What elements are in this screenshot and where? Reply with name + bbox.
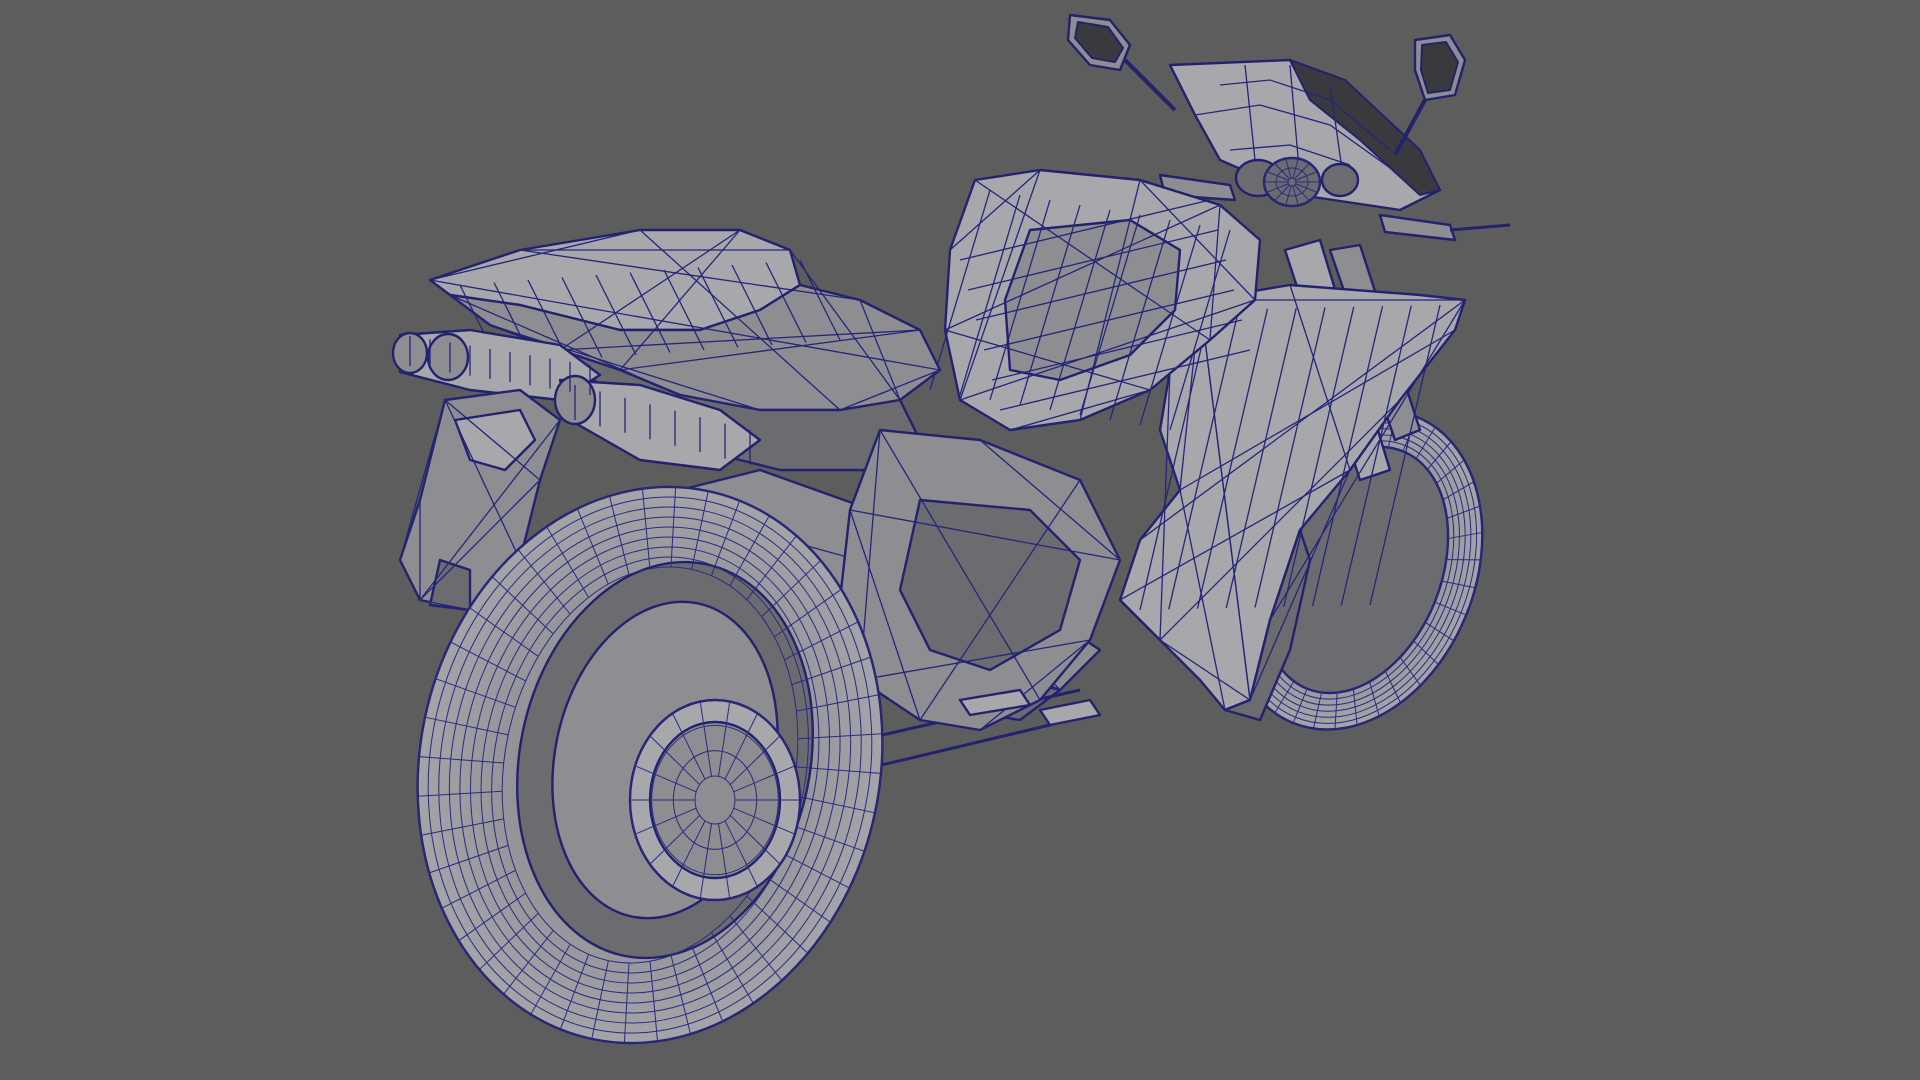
3d-viewport[interactable] [0, 0, 1920, 1080]
engine-block[interactable] [838, 428, 1122, 732]
right-mirror[interactable] [1393, 33, 1467, 156]
left-mirror[interactable] [1066, 13, 1177, 112]
viewport-canvas [367, 13, 1528, 1080]
rear-sprocket[interactable] [628, 698, 802, 902]
motorcycle-model[interactable] [367, 13, 1528, 1080]
